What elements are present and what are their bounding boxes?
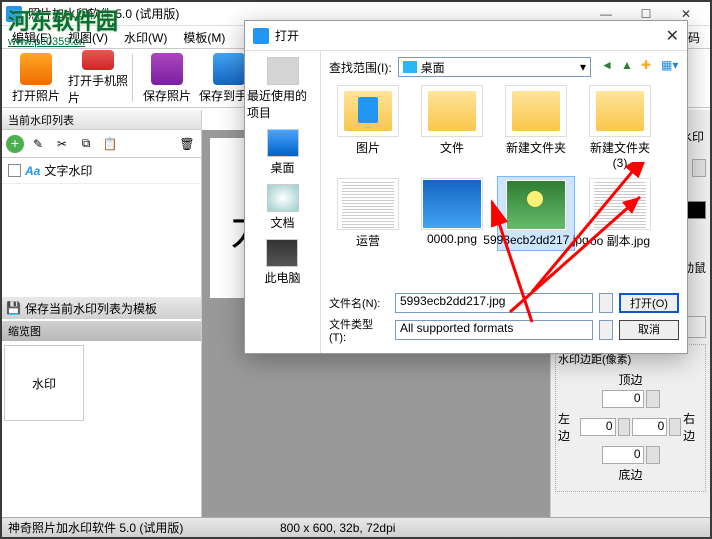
desktop-icon xyxy=(267,129,299,157)
status-left: 神奇照片加水印软件 5.0 (试用版) xyxy=(8,519,183,536)
folder-icon xyxy=(20,53,52,85)
place-recent[interactable]: 最近使用的项目 xyxy=(247,57,318,121)
phone-icon xyxy=(82,50,114,70)
left-sidebar: 当前水印列表 + ✎ ✂ ⧉ 📋 🗑 Aa 文字水印 💾 保存当前水印列表为模板… xyxy=(2,110,202,517)
save-template-bar[interactable]: 💾 保存当前水印列表为模板 xyxy=(2,297,201,319)
paste-button[interactable]: 📋 xyxy=(100,134,120,154)
delete-button[interactable]: 🗑 xyxy=(177,134,197,154)
watermark-tools: + ✎ ✂ ⧉ 📋 🗑 xyxy=(2,130,201,158)
filename-label: 文件名(N): xyxy=(329,295,389,311)
folder-item[interactable]: 新建文件夹 xyxy=(497,83,575,172)
folder-item[interactable]: 图片 xyxy=(329,83,407,172)
up-icon[interactable]: ▲ xyxy=(621,58,639,76)
open-phone-button[interactable]: 打开手机照片 xyxy=(68,50,128,106)
folder-item[interactable]: 新建文件夹 (3) xyxy=(581,83,659,172)
cut-button[interactable]: ✂ xyxy=(52,134,72,154)
lookin-combo[interactable]: 桌面▾ xyxy=(398,57,591,77)
newfolder-icon[interactable]: ✚ xyxy=(641,58,659,76)
file-item[interactable]: 运营 xyxy=(329,176,407,251)
spinner[interactable] xyxy=(692,159,706,177)
save-photo-button[interactable]: 保存照片 xyxy=(137,50,197,106)
save-icon xyxy=(151,53,183,85)
window-title: 照片加水印软件 5.0 (试用版) xyxy=(28,5,179,22)
back-icon[interactable]: ◄ xyxy=(601,58,619,76)
folder-small-icon xyxy=(403,61,417,73)
dialog-titlebar: 打开 ✕ xyxy=(245,21,687,51)
view-menu-icon[interactable]: ▦▾ xyxy=(661,58,679,76)
recent-icon xyxy=(267,57,299,85)
file-grid: 图片 文件 新建文件夹 新建文件夹 (3) 运营 0000.png 5993ec… xyxy=(329,83,679,259)
watermark-list-tab[interactable]: 当前水印列表 xyxy=(2,110,201,130)
file-item[interactable]: oo 副本.jpg xyxy=(581,176,659,251)
menu-edit[interactable]: 编辑(E) xyxy=(6,27,58,48)
open-photo-button[interactable]: 打开照片 xyxy=(6,50,66,106)
filetype-input[interactable]: All supported formats xyxy=(395,320,593,340)
folder-item[interactable]: 文件 xyxy=(413,83,491,172)
file-item-selected[interactable]: 5993ecb2dd217.jpg xyxy=(497,176,575,251)
place-desktop[interactable]: 桌面 xyxy=(267,129,299,176)
open-button[interactable]: 打开(O) xyxy=(619,293,679,313)
documents-icon xyxy=(267,184,299,212)
lookin-label: 查找范围(I): xyxy=(329,59,392,76)
margin-right-input[interactable]: 0 xyxy=(632,418,668,436)
filename-input[interactable]: 5993ecb2dd217.jpg xyxy=(395,293,593,313)
places-bar: 最近使用的项目 桌面 文档 此电脑 xyxy=(245,51,321,353)
dialog-close-button[interactable]: ✕ xyxy=(666,26,679,46)
filetype-label: 文件类型(T): xyxy=(329,316,389,344)
watermark-item[interactable]: Aa 文字水印 xyxy=(2,158,201,184)
thispc-icon xyxy=(266,239,298,267)
margin-bottom-input[interactable]: 0 xyxy=(602,446,644,464)
menu-watermark[interactable]: 水印(W) xyxy=(118,27,173,48)
cancel-button[interactable]: 取消 xyxy=(619,320,679,340)
margin-top-input[interactable]: 0 xyxy=(602,390,644,408)
save-phone-icon xyxy=(213,53,245,85)
margin-box: 水印边距(像素) 顶边 0 左边 0 0 右边 0 底边 xyxy=(555,344,706,492)
thumbnail-header: 缩览图 xyxy=(2,321,201,341)
open-dialog: 打开 ✕ 最近使用的项目 桌面 文档 此电脑 查找范围(I): 桌面▾ ◄ ▲ … xyxy=(244,20,688,354)
status-bar: 神奇照片加水印软件 5.0 (试用版) 800 x 600, 32b, 72dp… xyxy=(2,517,710,537)
text-watermark-icon: Aa xyxy=(25,164,40,178)
place-thispc[interactable]: 此电脑 xyxy=(264,239,300,286)
dialog-title: 打开 xyxy=(275,27,299,44)
app-icon xyxy=(6,6,22,22)
copy-button[interactable]: ⧉ xyxy=(76,134,96,154)
dialog-icon xyxy=(253,28,269,44)
watermark-item-label: 文字水印 xyxy=(44,162,92,179)
menu-template[interactable]: 模板(M) xyxy=(177,27,231,48)
thumbnail-preview[interactable]: 水印 xyxy=(4,345,84,421)
watermark-checkbox[interactable] xyxy=(8,164,21,177)
status-right: 800 x 600, 32b, 72dpi xyxy=(280,521,395,535)
filetype-dropdown[interactable] xyxy=(599,320,613,340)
margin-left-input[interactable]: 0 xyxy=(580,418,616,436)
file-item[interactable]: 0000.png xyxy=(413,176,491,251)
add-watermark-button[interactable]: + xyxy=(6,135,24,153)
menu-view[interactable]: 视图(V) xyxy=(62,27,114,48)
separator xyxy=(132,54,133,102)
filename-dropdown[interactable] xyxy=(599,293,613,313)
place-documents[interactable]: 文档 xyxy=(267,184,299,231)
edit-watermark-button[interactable]: ✎ xyxy=(28,134,48,154)
save-template-icon: 💾 xyxy=(6,301,21,315)
